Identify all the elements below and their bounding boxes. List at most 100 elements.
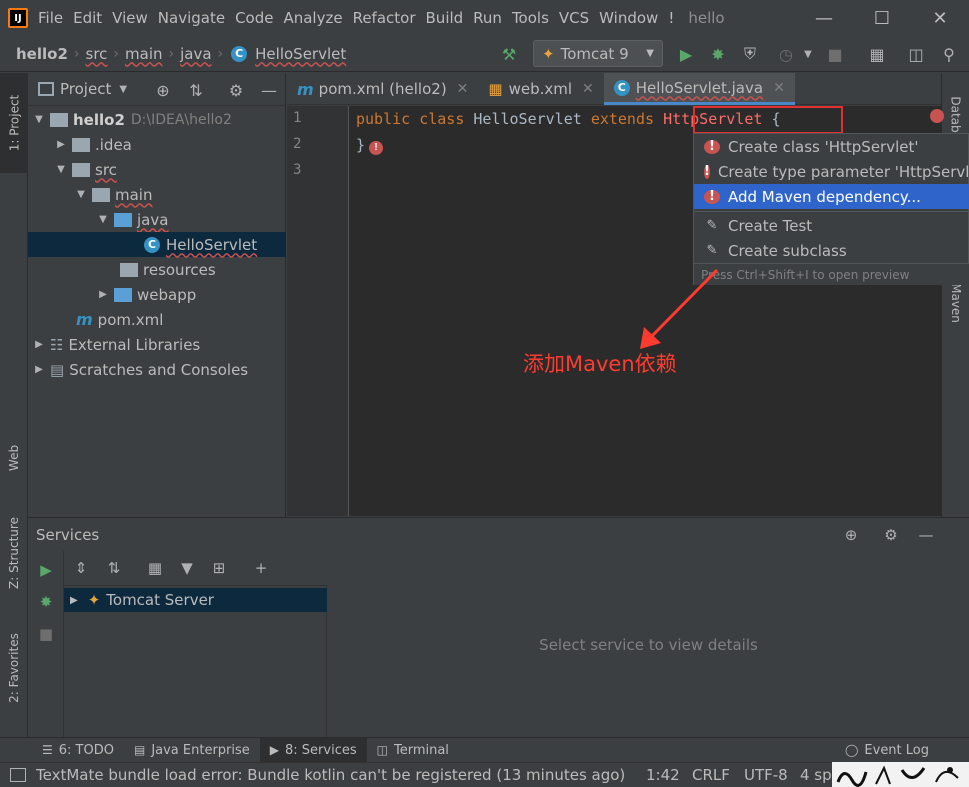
- gear-icon[interactable]: ⚙: [880, 524, 902, 546]
- close-icon[interactable]: ✕: [911, 0, 969, 36]
- tree-item-main[interactable]: ▼ main: [28, 182, 286, 207]
- profile-icon[interactable]: ◷: [774, 42, 798, 66]
- action-create-class[interactable]: ! Create class 'HttpServlet': [694, 134, 969, 159]
- tab-terminal[interactable]: ◫ Terminal: [367, 738, 459, 763]
- status-message[interactable]: TextMate bundle load error: Bundle kotli…: [36, 766, 625, 784]
- tab-structure[interactable]: Z: Structure: [0, 503, 28, 603]
- locate-icon[interactable]: ⊕: [840, 524, 862, 546]
- tab-services[interactable]: ▶ 8: Services: [259, 737, 367, 763]
- expand-all-icon[interactable]: ⇕: [70, 557, 92, 579]
- stop-icon[interactable]: ■: [823, 42, 847, 66]
- error-bulb-icon[interactable]: !: [369, 141, 384, 155]
- menu-build[interactable]: Build: [426, 9, 464, 27]
- new-tab-icon[interactable]: ⊞: [208, 557, 230, 579]
- hide-icon[interactable]: —: [258, 79, 280, 101]
- tree-item-java[interactable]: ▼ java: [28, 207, 286, 232]
- collapse-all-icon[interactable]: ⇅: [185, 79, 207, 101]
- menu-file[interactable]: File: [38, 9, 63, 27]
- close-icon[interactable]: ✕: [582, 81, 594, 97]
- add-service-icon[interactable]: +: [250, 557, 272, 579]
- tab-project[interactable]: 1: Project: [0, 73, 28, 173]
- expand-arrow-icon[interactable]: ▼: [32, 114, 46, 125]
- terminal-window-icon[interactable]: ◫: [904, 42, 928, 66]
- action-create-subclass[interactable]: ✎ Create subclass: [694, 238, 969, 263]
- menu-vcs[interactable]: VCS: [559, 9, 589, 27]
- menu-analyze[interactable]: Analyze: [283, 9, 342, 27]
- close-icon[interactable]: ✕: [457, 81, 469, 97]
- group-by-icon[interactable]: ▦: [144, 557, 166, 579]
- expand-arrow-icon[interactable]: ▼: [54, 164, 68, 175]
- tree-item-webapp[interactable]: ▶ webapp: [28, 282, 286, 307]
- breadcrumb-project[interactable]: hello2: [14, 45, 70, 63]
- tree-item-resources[interactable]: resources: [28, 257, 286, 282]
- filter-icon[interactable]: ▼: [176, 557, 198, 579]
- menu-window[interactable]: Window: [599, 9, 658, 27]
- menu-refactor[interactable]: Refactor: [353, 9, 416, 27]
- debug-icon[interactable]: ✸: [706, 42, 730, 66]
- run-icon[interactable]: ▶: [35, 559, 57, 581]
- action-add-maven-dependency[interactable]: ! Add Maven dependency...: [694, 184, 969, 209]
- expand-arrow-icon[interactable]: ▶: [32, 339, 46, 350]
- tab-java-enterprise[interactable]: ▤ Java Enterprise: [124, 738, 260, 763]
- expand-arrow-icon[interactable]: ▶: [54, 139, 68, 150]
- tab-event-log[interactable]: ◯ Event Log: [835, 738, 939, 763]
- status-toggle-icon[interactable]: [10, 768, 26, 782]
- expand-arrow-icon[interactable]: ▶: [70, 595, 78, 606]
- breadcrumb-src[interactable]: src: [84, 45, 110, 63]
- tab-pom-xml[interactable]: m pom.xml (hello2) ✕: [287, 73, 478, 105]
- menu-run[interactable]: Run: [473, 9, 502, 27]
- minimize-icon[interactable]: —: [795, 0, 853, 36]
- menu-view[interactable]: View: [112, 9, 148, 27]
- menu-overflow[interactable]: !: [668, 9, 674, 27]
- app-logo-icon[interactable]: IJ: [8, 8, 28, 28]
- tree-item-pom[interactable]: m pom.xml: [28, 307, 286, 332]
- service-tomcat-server[interactable]: ▶ ✦ Tomcat Server: [64, 588, 327, 612]
- tab-web[interactable]: Web: [0, 423, 28, 493]
- menu-navigate[interactable]: Navigate: [158, 9, 225, 27]
- tree-item-helloservlet[interactable]: C HelloServlet: [28, 232, 286, 257]
- tree-item-scratches[interactable]: ▶ ▤ Scratches and Consoles: [28, 357, 286, 382]
- collapse-all-icon[interactable]: ⇅: [103, 557, 125, 579]
- expand-arrow-icon[interactable]: ▶: [32, 364, 46, 375]
- menu-tools[interactable]: Tools: [512, 9, 549, 27]
- search-icon[interactable]: ⚲: [937, 42, 961, 66]
- expand-arrow-icon[interactable]: ▼: [96, 214, 110, 225]
- project-structure-icon[interactable]: ▦: [865, 42, 889, 66]
- breadcrumb-helloservlet[interactable]: HelloServlet: [253, 45, 348, 63]
- maximize-icon[interactable]: ☐: [853, 0, 911, 36]
- project-panel-title[interactable]: Project: [60, 80, 111, 98]
- file-encoding[interactable]: UTF-8: [744, 766, 788, 784]
- debug-icon[interactable]: ✸: [35, 591, 57, 613]
- tree-item-idea[interactable]: ▶ .idea: [28, 132, 286, 157]
- run-configuration-select[interactable]: ✦ Tomcat 9 ▼: [533, 40, 663, 67]
- chevron-down-icon[interactable]: ▼: [796, 42, 820, 66]
- tab-favorites[interactable]: 2: Favorites: [0, 618, 28, 718]
- coverage-icon[interactable]: ⛨: [738, 42, 762, 66]
- indent-setting[interactable]: 4 sp: [800, 766, 832, 784]
- tree-item-external-libraries[interactable]: ▶ ☷ External Libraries: [28, 332, 286, 357]
- tree-item-src[interactable]: ▼ src: [28, 157, 286, 182]
- stop-icon[interactable]: ■: [35, 623, 57, 645]
- tab-helloservlet-java[interactable]: C HelloServlet.java ✕: [603, 73, 795, 105]
- tree-item-hello2[interactable]: ▼ hello2 D:\IDEA\hello2: [28, 107, 286, 132]
- tab-todo[interactable]: ☰ 6: TODO: [32, 738, 124, 763]
- tab-web-xml[interactable]: ▦ web.xml ✕: [478, 73, 603, 105]
- action-create-type-parameter[interactable]: ! Create type parameter 'HttpServlet': [694, 159, 969, 184]
- run-icon[interactable]: ▶: [674, 42, 698, 66]
- close-icon[interactable]: ✕: [773, 80, 785, 96]
- breadcrumb-main[interactable]: main: [123, 45, 164, 63]
- menu-code[interactable]: Code: [235, 9, 273, 27]
- hide-icon[interactable]: —: [915, 524, 937, 546]
- chevron-down-icon[interactable]: ▼: [119, 84, 127, 95]
- caret-position[interactable]: 1:42: [646, 766, 680, 784]
- expand-arrow-icon[interactable]: ▼: [74, 189, 88, 200]
- expand-arrow-icon[interactable]: ▶: [96, 289, 110, 300]
- gear-icon[interactable]: ⚙: [225, 79, 247, 101]
- build-hammer-icon[interactable]: ⚒: [497, 42, 521, 66]
- action-create-test[interactable]: ✎ Create Test: [694, 213, 969, 238]
- menu-edit[interactable]: Edit: [73, 9, 102, 27]
- breadcrumb-java[interactable]: java: [178, 45, 213, 63]
- services-tree: ▶ ✦ Tomcat Server: [64, 586, 327, 738]
- locate-icon[interactable]: ⊕: [152, 79, 174, 101]
- line-separator[interactable]: CRLF: [692, 766, 730, 784]
